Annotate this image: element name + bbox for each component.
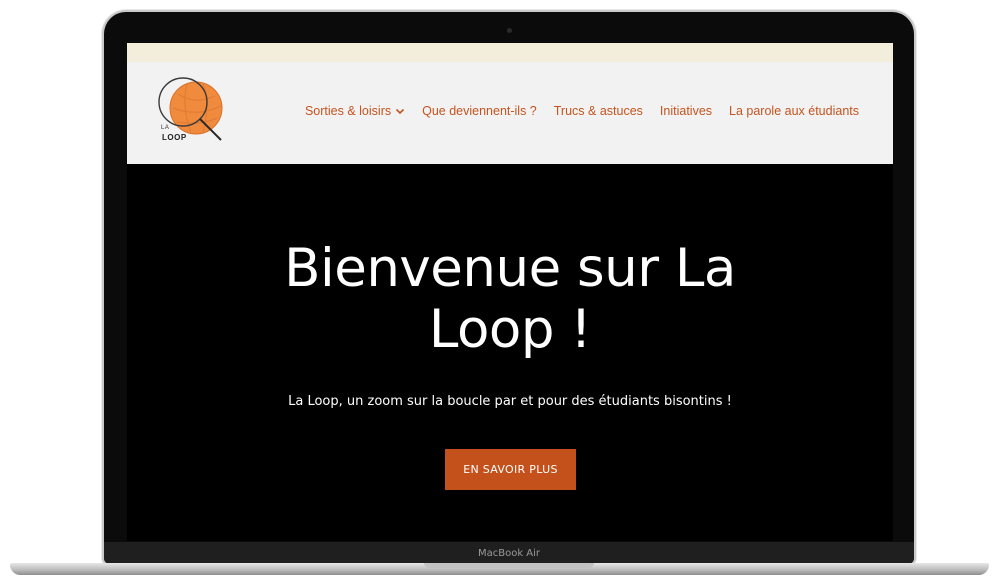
laptop-chin: MacBook Air [104, 542, 914, 564]
hero-title: Bienvenue sur La Loop ! [127, 238, 893, 360]
chevron-down-icon [396, 108, 405, 115]
hero-title-line2: Loop ! [428, 299, 592, 360]
main-nav: Sorties & loisirs Que deviennent-ils ? T… [305, 104, 859, 118]
nav-item-label: Trucs & astuces [553, 104, 643, 118]
nav-item-parole-etudiants[interactable]: La parole aux étudiants [729, 104, 859, 118]
camera-icon [507, 28, 512, 33]
site-logo[interactable]: LA LOOP [153, 74, 227, 150]
laptop-base [10, 563, 989, 575]
hero-title-line1: Bienvenue sur La [284, 238, 736, 299]
hero-subtitle: La Loop, un zoom sur la boucle par et po… [288, 394, 732, 409]
nav-item-sorties-loisirs[interactable]: Sorties & loisirs [305, 104, 405, 118]
en-savoir-plus-button[interactable]: EN SAVOIR PLUS [445, 449, 576, 490]
nav-item-label: Sorties & loisirs [304, 104, 392, 118]
nav-item-label: Initiatives [659, 104, 713, 118]
nav-item-initiatives[interactable]: Initiatives [660, 104, 712, 118]
mockup-stage: MacBook Air LA LOOP Sorties & loisirs Qu… [0, 0, 999, 579]
laptop-notch [424, 563, 594, 568]
logo-text-top: LA [161, 125, 170, 131]
nav-item-label: La parole aux étudiants [729, 104, 859, 118]
top-strip [127, 43, 893, 62]
nav-item-que-deviennent-ils[interactable]: Que deviennent-ils ? [422, 104, 537, 118]
nav-item-trucs-astuces[interactable]: Trucs & astuces [554, 104, 643, 118]
device-label: MacBook Air [477, 547, 541, 559]
site-header: LA LOOP Sorties & loisirs Que deviennent… [127, 62, 893, 164]
logo-text: LOOP [162, 133, 187, 142]
nav-item-label: Que deviennent-ils ? [422, 104, 537, 118]
website-screen: LA LOOP Sorties & loisirs Que deviennent… [127, 43, 893, 541]
